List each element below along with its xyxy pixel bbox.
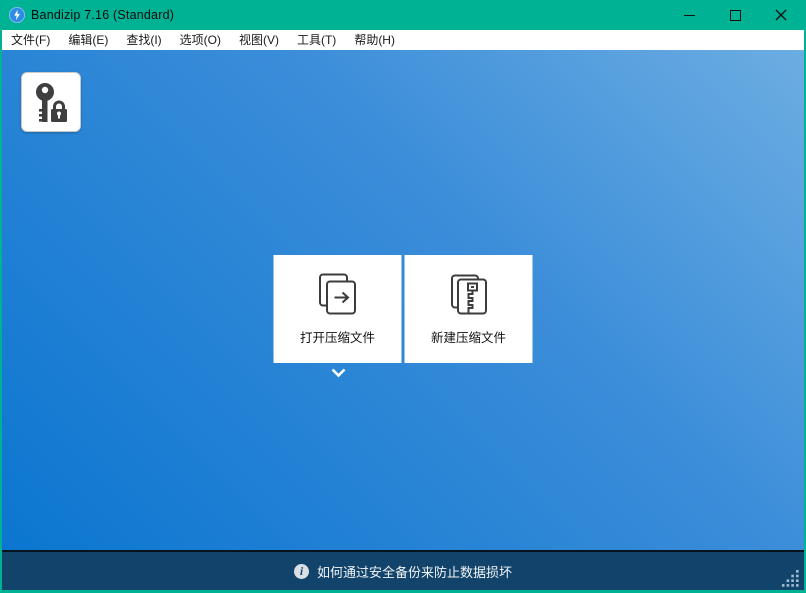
minimize-button[interactable] — [666, 0, 712, 30]
close-icon — [775, 9, 787, 21]
main-area: 打开压缩文件 新建压缩文件 — [2, 50, 804, 550]
menubar: 文件(F) 编辑(E) 查找(I) 选项(O) 视图(V) 工具(T) 帮助(H… — [2, 30, 804, 50]
maximize-button[interactable] — [712, 0, 758, 30]
menu-options[interactable]: 选项(O) — [171, 30, 230, 50]
close-button[interactable] — [758, 0, 804, 30]
chevron-down-icon[interactable] — [330, 367, 347, 379]
start-actions: 打开压缩文件 新建压缩文件 — [273, 255, 533, 363]
bandizip-logo-icon — [9, 7, 25, 23]
maximize-icon — [729, 9, 741, 21]
menu-view[interactable]: 视图(V) — [230, 30, 288, 50]
open-archive-button[interactable]: 打开压缩文件 — [273, 255, 402, 363]
new-archive-icon — [446, 255, 492, 327]
titlebar: Bandizip 7.16 (Standard) — [2, 0, 804, 30]
key-lock-icon — [36, 83, 67, 122]
resize-grip-icon[interactable] — [781, 570, 800, 587]
menu-edit[interactable]: 编辑(E) — [59, 30, 117, 50]
info-icon: i — [293, 563, 309, 579]
new-archive-button[interactable]: 新建压缩文件 — [404, 255, 533, 363]
menu-find[interactable]: 查找(I) — [117, 30, 170, 50]
menu-file[interactable]: 文件(F) — [2, 30, 59, 50]
password-manager-button[interactable] — [21, 72, 81, 132]
statusbar: i 如何通过安全备份来防止数据损坏 — [2, 550, 804, 590]
minimize-icon — [683, 14, 695, 16]
new-archive-label: 新建压缩文件 — [430, 331, 506, 345]
open-archive-label: 打开压缩文件 — [299, 331, 375, 345]
window-title: Bandizip 7.16 (Standard) — [31, 8, 175, 22]
menu-tools[interactable]: 工具(T) — [288, 30, 345, 50]
bandizip-window: Bandizip 7.16 (Standard) 文件(F) 编辑(E) 查找(… — [0, 0, 806, 593]
status-tip-link[interactable]: 如何通过安全备份来防止数据损坏 — [317, 562, 512, 581]
open-archive-icon — [315, 255, 361, 327]
menu-help[interactable]: 帮助(H) — [345, 30, 404, 50]
